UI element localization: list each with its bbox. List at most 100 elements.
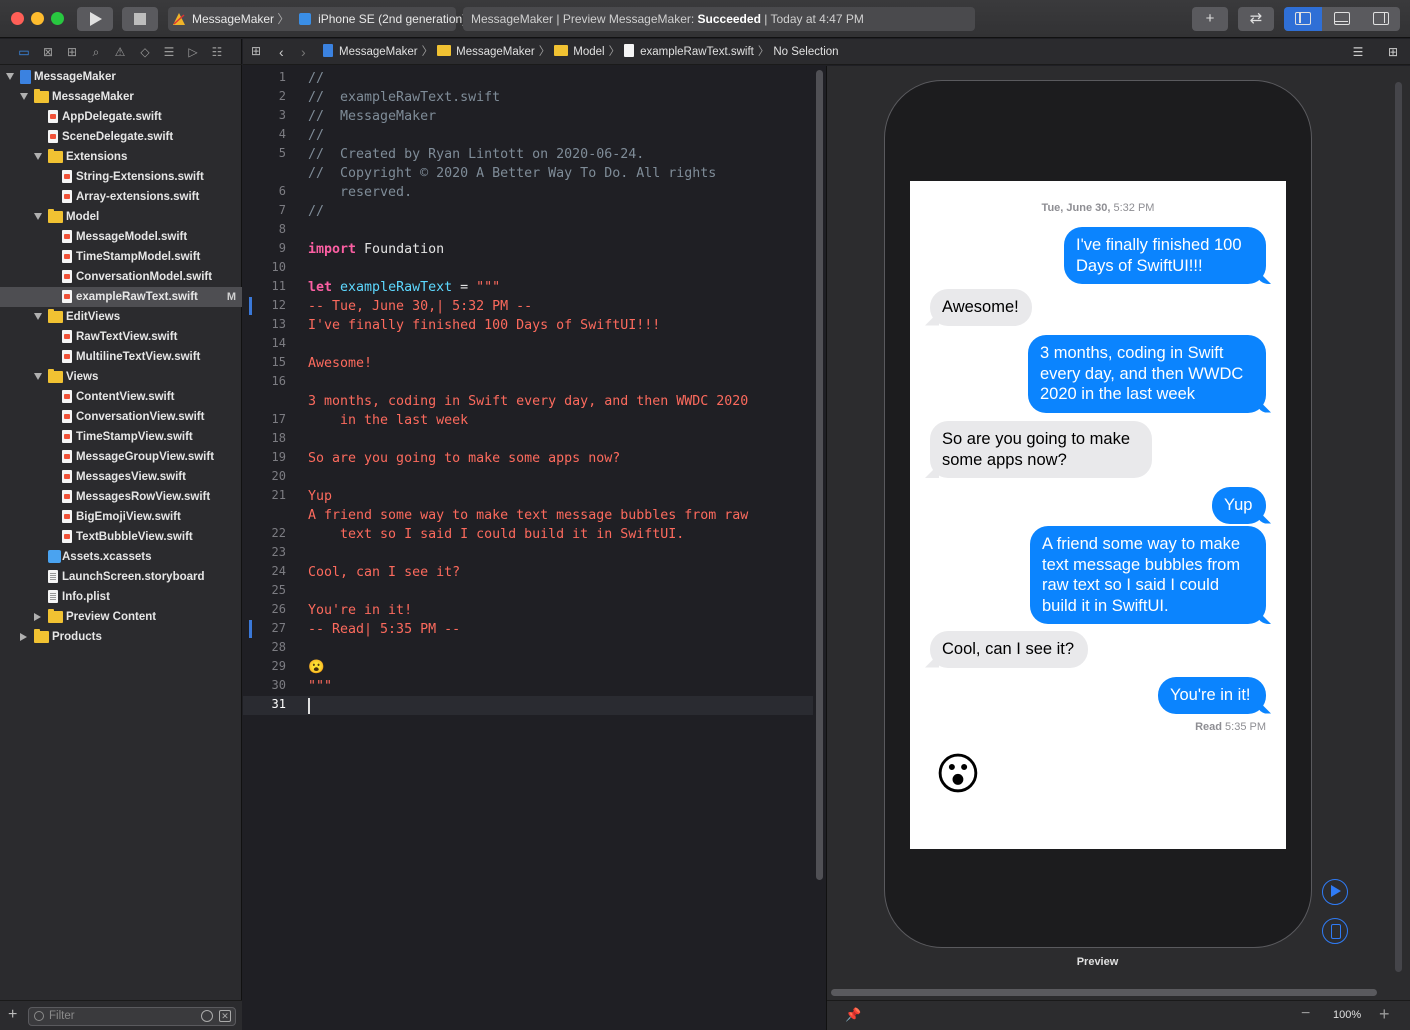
close-window-button[interactable] [11,12,24,25]
code-line[interactable]: 2 // exampleRawText.swift [243,88,813,107]
back-button[interactable]: ‹ [279,39,284,65]
breadcrumb-selection[interactable]: No Selection [773,46,838,58]
code-line[interactable]: 4 // [243,126,813,145]
code-line[interactable]: 30 """ [243,677,813,696]
filter-input[interactable]: Filter ✕ [28,1007,236,1026]
code-line[interactable]: 10 [243,259,813,278]
tree-group-row[interactable]: Extensions [0,147,242,167]
disclosure-closed-icon[interactable] [20,633,27,641]
disclosure-open-icon[interactable] [34,153,42,160]
code-line[interactable]: 18 [243,430,813,449]
tree-group-row[interactable]: MessageMaker [0,87,242,107]
zoom-out-button[interactable]: − [1301,1005,1310,1023]
disclosure-open-icon[interactable] [34,313,42,320]
tree-group-row[interactable]: Views [0,367,242,387]
code-line[interactable]: 26 You're in it! [243,601,813,620]
breadcrumb-group[interactable]: MessageMaker [456,46,535,58]
code-line[interactable]: 21 Yup [243,487,813,506]
recent-files-icon[interactable] [201,1010,213,1022]
code-line[interactable]: 28 [243,639,813,658]
tree-file-row[interactable]: MessageMaker [0,67,242,87]
disclosure-open-icon[interactable] [34,373,42,380]
code-line[interactable]: 6 // Copyright © 2020 A Better Way To Do.… [243,164,813,202]
code-line[interactable]: 15 Awesome! [243,354,813,373]
code-line[interactable]: 9 import Foundation [243,240,813,259]
tree-group-row[interactable]: Preview Content [0,607,242,627]
code-line[interactable]: 12 -- Tue, June 30,| 5:32 PM -- [243,297,813,316]
search-icon[interactable]: ⌕ [89,45,103,59]
disclosure-open-icon[interactable] [20,93,28,100]
editor-scrollbar[interactable] [816,70,823,880]
report-icon[interactable]: ☷ [210,45,224,59]
inspector-toggle-button[interactable] [1362,7,1400,31]
tree-file-row[interactable]: MessagesView.swift [0,467,242,487]
canvas-horizontal-scrollbar[interactable] [831,989,1377,996]
code-line[interactable]: 11 let exampleRawText = """ [243,278,813,297]
test-icon[interactable]: ◇ [138,45,152,59]
code-line[interactable]: 8 [243,221,813,240]
source-control-filter-icon[interactable]: ✕ [219,1010,231,1022]
tree-file-row[interactable]: ContentView.swift [0,387,242,407]
tree-file-row[interactable]: AppDelegate.swift [0,107,242,127]
breadcrumb-project[interactable]: MessageMaker [339,46,418,58]
code-review-button[interactable]: ⇄ [1238,7,1274,31]
tree-file-row[interactable]: BigEmojiView.swift [0,507,242,527]
code-line[interactable]: 20 [243,468,813,487]
code-line[interactable]: 31 [243,696,813,715]
tree-file-row[interactable]: MessagesRowView.swift [0,487,242,507]
code-line[interactable]: 7 // [243,202,813,221]
tree-group-row[interactable]: Products [0,627,242,647]
tree-group-row[interactable]: Model [0,207,242,227]
code-line[interactable]: 27 -- Read| 5:35 PM -- [243,620,813,639]
tree-file-row[interactable]: RawTextView.swift [0,327,242,347]
tree-file-row[interactable]: Array-extensions.swift [0,187,242,207]
code-line[interactable]: 23 [243,544,813,563]
navigator-toggle-button[interactable] [1284,7,1322,31]
disclosure-open-icon[interactable] [34,213,42,220]
related-items-icon[interactable]: ⊞ [251,45,264,58]
disclosure-open-icon[interactable] [6,73,14,80]
tree-file-row[interactable]: MessageGroupView.swift [0,447,242,467]
zoom-window-button[interactable] [51,12,64,25]
breadcrumb-model[interactable]: Model [573,46,604,58]
tree-group-row[interactable]: EditViews [0,307,242,327]
breadcrumb-file[interactable]: exampleRawText.swift [640,46,754,58]
source-control-icon[interactable]: ⊠ [41,45,55,59]
forward-button[interactable]: › [301,39,306,65]
tree-file-row[interactable]: ConversationView.swift [0,407,242,427]
pin-icon[interactable]: 📌 [845,1008,861,1022]
tree-file-row[interactable]: TimeStampModel.swift [0,247,242,267]
editor-options-icon[interactable]: ☰ [1350,45,1366,59]
code-line[interactable]: 29 😮 [243,658,813,677]
tree-file-row[interactable]: TimeStampView.swift [0,427,242,447]
code-line[interactable]: 1 // [243,69,813,88]
source-editor[interactable]: 1 // 2 // exampleRawText.swift 3 // MessageMa… [243,66,813,1030]
breakpoint-icon[interactable]: ▷ [186,45,200,59]
add-file-button[interactable]: + [8,1006,17,1024]
library-button[interactable]: + [1192,7,1228,31]
code-line[interactable]: 25 [243,582,813,601]
live-preview-button[interactable] [1322,879,1348,905]
code-line[interactable]: 17 3 months, coding in Swift every day, a… [243,392,813,430]
tree-file-row[interactable]: MessageModel.swift [0,227,242,247]
tree-file-row[interactable]: MultilineTextView.swift [0,347,242,367]
disclosure-closed-icon[interactable] [34,613,41,621]
tree-file-row[interactable]: ConversationModel.swift [0,267,242,287]
debug-icon[interactable]: ☰ [162,45,176,59]
tree-file-row[interactable]: Info.plist [0,587,242,607]
tree-file-row[interactable]: exampleRawText.swift M [0,287,242,307]
code-line[interactable]: 3 // MessageMaker [243,107,813,126]
tree-file-row[interactable]: LaunchScreen.storyboard [0,567,242,587]
code-line[interactable]: 5 // Created by Ryan Lintott on 2020-06-2… [243,145,813,164]
stop-button[interactable] [122,7,158,31]
code-line[interactable]: 14 [243,335,813,354]
debug-area-toggle-button[interactable] [1323,7,1361,31]
run-button[interactable] [77,7,113,31]
code-line[interactable]: 13 I've finally finished 100 Days of Swif… [243,316,813,335]
tree-file-row[interactable]: TextBubbleView.swift [0,527,242,547]
code-line[interactable]: 22 A friend some way to make text message… [243,506,813,544]
code-line[interactable]: 19 So are you going to make some apps now… [243,449,813,468]
add-editor-icon[interactable]: ⊞ [1385,45,1401,59]
canvas-vertical-scrollbar[interactable] [1395,82,1402,972]
tree-file-row[interactable]: String-Extensions.swift [0,167,242,187]
